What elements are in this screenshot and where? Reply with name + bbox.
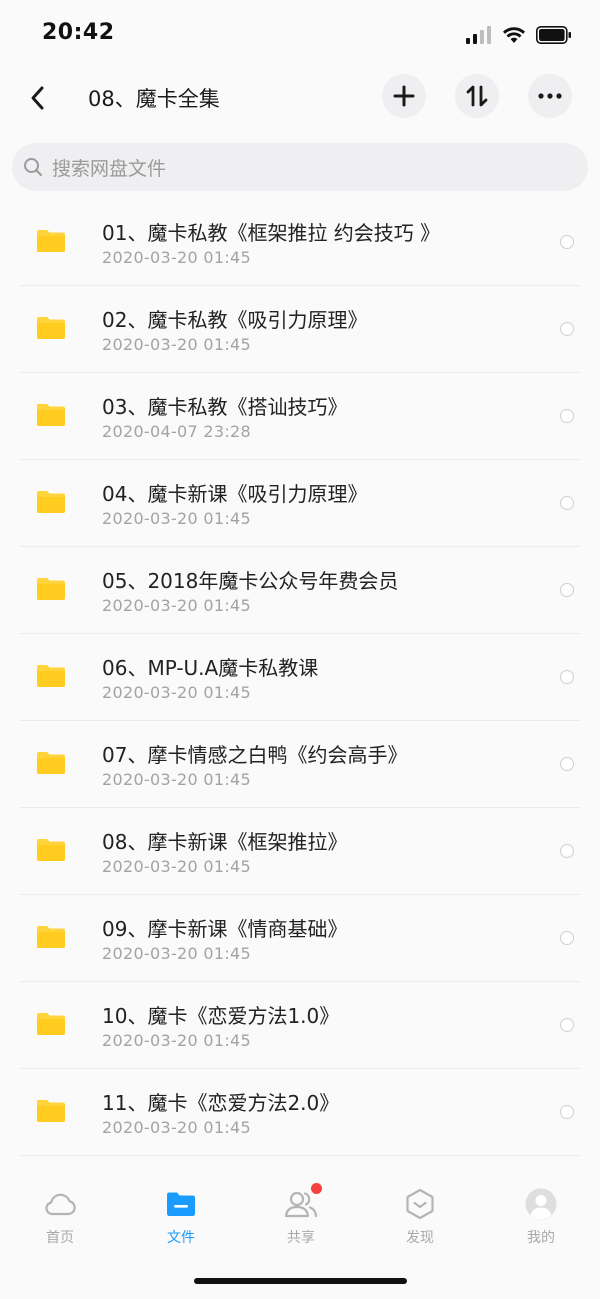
file-name: 04、魔卡新课《吸引力原理》 xyxy=(102,482,368,506)
folder-icon xyxy=(37,839,65,861)
list-item[interactable]: 01、魔卡私教《框架推拉 约会技巧 》 2020-03-20 01:45 xyxy=(0,199,600,286)
select-checkbox[interactable] xyxy=(560,235,574,249)
file-date: 2020-03-20 01:45 xyxy=(102,596,251,615)
select-checkbox[interactable] xyxy=(560,322,574,336)
tab-me[interactable]: 我的 xyxy=(501,1187,581,1257)
file-name: 08、摩卡新课《框架推拉》 xyxy=(102,830,348,854)
tab-label: 共享 xyxy=(287,1230,315,1246)
file-date: 2020-03-20 01:45 xyxy=(102,1031,251,1050)
folder-icon xyxy=(37,317,65,339)
folder-icon xyxy=(37,926,65,948)
list-item[interactable]: 03、魔卡私教《搭讪技巧》 2020-04-07 23:28 xyxy=(0,373,600,460)
page-title: 08、魔卡全集 xyxy=(88,87,220,111)
file-date: 2020-03-20 01:45 xyxy=(102,857,251,876)
select-checkbox[interactable] xyxy=(560,1105,574,1119)
file-date: 2020-03-20 01:45 xyxy=(102,770,251,789)
list-item[interactable]: 05、2018年魔卡公众号年费会员 2020-03-20 01:45 xyxy=(0,547,600,634)
folder-icon xyxy=(37,578,65,600)
select-checkbox[interactable] xyxy=(560,1018,574,1032)
folder-icon xyxy=(37,1013,65,1035)
file-name: 11、魔卡《恋爱方法2.0》 xyxy=(102,1091,340,1115)
file-name: 05、2018年魔卡公众号年费会员 xyxy=(102,569,399,593)
file-name: 07、摩卡情感之白鸭《约会高手》 xyxy=(102,743,408,767)
folder-icon xyxy=(37,230,65,252)
battery-icon xyxy=(536,26,571,44)
tab-label: 首页 xyxy=(46,1230,74,1246)
select-checkbox[interactable] xyxy=(560,409,574,423)
folder-icon xyxy=(37,665,65,687)
wifi-icon xyxy=(503,27,525,43)
tab-discover[interactable]: 发现 xyxy=(380,1187,460,1257)
notification-badge xyxy=(311,1183,322,1194)
signal-icon xyxy=(466,26,491,44)
add-button[interactable] xyxy=(382,74,426,118)
file-date: 2020-03-20 01:45 xyxy=(102,683,251,702)
sort-arrows-icon xyxy=(466,85,488,107)
select-checkbox[interactable] xyxy=(560,757,574,771)
status-bar: 20:42 xyxy=(0,0,600,70)
file-date: 2020-03-20 01:45 xyxy=(102,509,251,528)
file-list: 01、魔卡私教《框架推拉 约会技巧 》 2020-03-20 01:45 02、… xyxy=(0,199,600,1179)
folder-icon xyxy=(37,1100,65,1122)
list-item[interactable]: 06、MP-U.A魔卡私教课 2020-03-20 01:45 xyxy=(0,634,600,721)
file-date: 2020-03-20 01:45 xyxy=(102,944,251,963)
search-placeholder: 搜索网盘文件 xyxy=(52,157,167,180)
file-date: 2020-03-20 01:45 xyxy=(102,248,251,267)
folder-icon xyxy=(37,404,65,426)
status-time: 20:42 xyxy=(42,20,115,45)
select-checkbox[interactable] xyxy=(560,931,574,945)
tab-label: 我的 xyxy=(527,1230,555,1246)
tab-files[interactable]: 文件 xyxy=(141,1187,221,1257)
nav-bar: 08、魔卡全集 xyxy=(0,70,600,126)
home-indicator[interactable] xyxy=(194,1278,407,1284)
file-date: 2020-03-20 01:45 xyxy=(102,335,251,354)
avatar-icon xyxy=(524,1187,558,1221)
folder-icon xyxy=(37,491,65,513)
more-button[interactable] xyxy=(528,74,572,118)
file-name: 03、魔卡私教《搭讪技巧》 xyxy=(102,395,348,419)
list-item[interactable]: 02、魔卡私教《吸引力原理》 2020-03-20 01:45 xyxy=(0,286,600,373)
list-item[interactable]: 10、魔卡《恋爱方法1.0》 2020-03-20 01:45 xyxy=(0,982,600,1069)
search-icon xyxy=(22,156,44,178)
file-name: 02、魔卡私教《吸引力原理》 xyxy=(102,308,368,332)
select-checkbox[interactable] xyxy=(560,583,574,597)
people-icon xyxy=(284,1183,322,1221)
plus-icon xyxy=(393,85,415,107)
sort-button[interactable] xyxy=(455,74,499,118)
status-icons xyxy=(466,24,572,46)
tab-label: 文件 xyxy=(167,1230,195,1246)
chevron-left-icon xyxy=(31,86,44,110)
more-dots-icon xyxy=(538,93,562,99)
file-name: 06、MP-U.A魔卡私教课 xyxy=(102,656,319,680)
list-item[interactable]: 08、摩卡新课《框架推拉》 2020-03-20 01:45 xyxy=(0,808,600,895)
list-item[interactable]: 04、魔卡新课《吸引力原理》 2020-03-20 01:45 xyxy=(0,460,600,547)
discover-icon xyxy=(403,1187,437,1221)
list-item[interactable]: 07、摩卡情感之白鸭《约会高手》 2020-03-20 01:45 xyxy=(0,721,600,808)
file-date: 2020-03-20 01:45 xyxy=(102,1118,251,1137)
select-checkbox[interactable] xyxy=(560,844,574,858)
folder-icon xyxy=(164,1187,198,1221)
file-name: 01、魔卡私教《框架推拉 约会技巧 》 xyxy=(102,221,441,245)
select-checkbox[interactable] xyxy=(560,496,574,510)
search-input[interactable]: 搜索网盘文件 xyxy=(12,143,588,191)
file-name: 10、魔卡《恋爱方法1.0》 xyxy=(102,1004,340,1028)
select-checkbox[interactable] xyxy=(560,670,574,684)
list-item[interactable]: 11、魔卡《恋爱方法2.0》 2020-03-20 01:45 xyxy=(0,1069,600,1156)
tab-share[interactable]: 共享 xyxy=(261,1183,341,1257)
screen: 20:42 08、魔卡全集 搜索网盘文件 01、魔卡私教《框架推拉 约会技巧 》… xyxy=(0,0,600,1299)
tab-label: 发现 xyxy=(406,1230,434,1246)
file-name: 09、摩卡新课《情商基础》 xyxy=(102,917,348,941)
back-button[interactable] xyxy=(18,78,58,118)
folder-icon xyxy=(37,752,65,774)
list-item[interactable]: 09、摩卡新课《情商基础》 2020-03-20 01:45 xyxy=(0,895,600,982)
file-date: 2020-04-07 23:28 xyxy=(102,422,251,441)
cloud-icon xyxy=(43,1187,77,1221)
tab-home[interactable]: 首页 xyxy=(20,1187,100,1257)
